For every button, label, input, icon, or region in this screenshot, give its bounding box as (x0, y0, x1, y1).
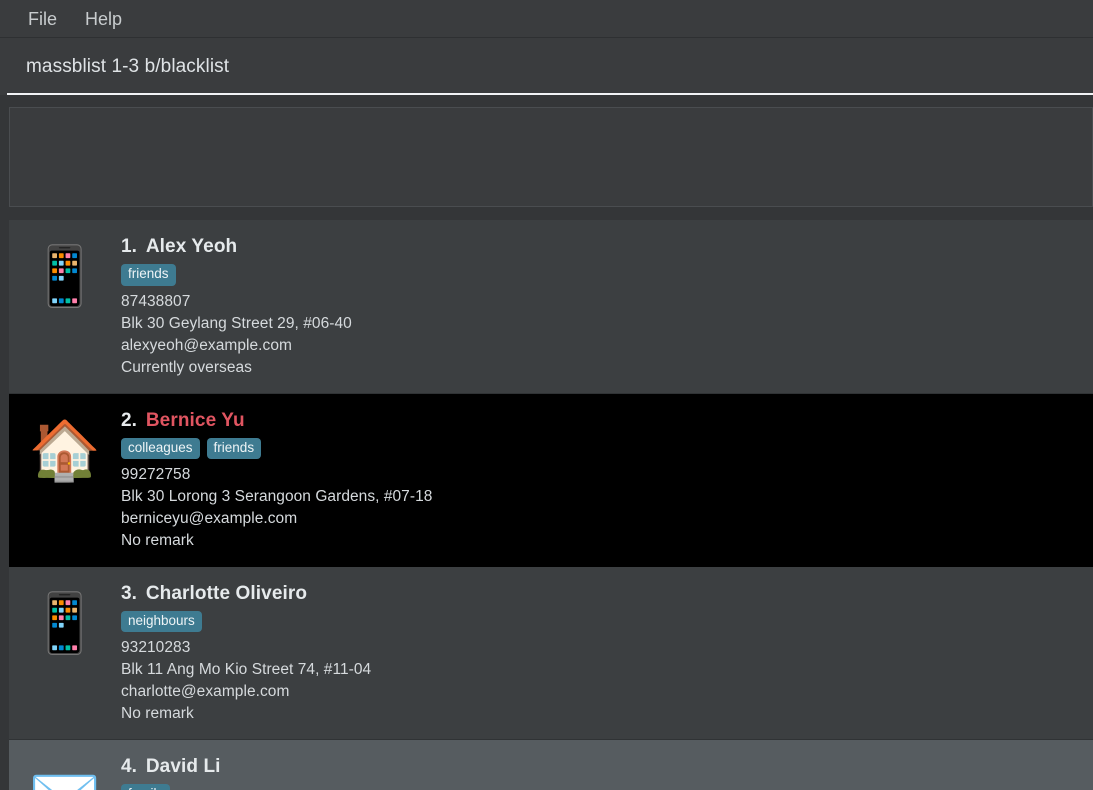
person-index: 4. (121, 755, 137, 777)
person-name-row: 3. Charlotte Oliveiro (121, 583, 1093, 605)
menu-bar: File Help (0, 0, 1093, 38)
envelope-icon: ✉️ (29, 767, 101, 790)
menu-item-help[interactable]: Help (71, 4, 136, 34)
person-name: Charlotte Oliveiro (145, 582, 308, 604)
person-phone: 93210283 (121, 638, 191, 656)
person-name-row: 1. Alex Yeoh (121, 236, 1093, 258)
person-avatar: 🏠 (9, 408, 121, 480)
person-tag-row: neighbours (121, 610, 1093, 632)
person-remark: Currently overseas (121, 358, 252, 376)
command-box-region (0, 38, 1093, 95)
person-list: 📱 1. Alex Yeoh friends 87438807 Blk 30 G… (9, 220, 1093, 790)
menu-item-file[interactable]: File (14, 4, 71, 34)
person-tag: neighbours (121, 610, 202, 632)
person-card[interactable]: 📱 1. Alex Yeoh friends 87438807 Blk 30 G… (9, 220, 1093, 394)
person-avatar: 📱 (9, 581, 121, 653)
person-tag: friends (121, 264, 176, 286)
phone-in-hand-icon: 📱 (28, 244, 102, 310)
person-details: 3. Charlotte Oliveiro neighbours 9321028… (121, 581, 1093, 725)
person-address: Blk 11 Ang Mo Kio Street 74, #11-04 (121, 660, 372, 678)
person-card[interactable]: ✉️ 4. David Li family 91031282 (9, 739, 1093, 790)
person-card[interactable]: 🏠 2. Bernice Yu colleagues friends 99272… (9, 393, 1093, 567)
person-avatar: ✉️ (9, 754, 121, 790)
person-details: 4. David Li family 91031282 (121, 754, 1093, 790)
person-tag-row: colleagues friends (121, 437, 1093, 459)
person-tag: friends (206, 437, 262, 459)
person-tag-row: family (121, 783, 1093, 790)
person-index: 3. (121, 582, 137, 604)
person-name: Alex Yeoh (145, 236, 238, 258)
person-tag-row: friends (121, 264, 1093, 286)
person-phone: 87438807 (121, 292, 191, 310)
person-details: 2. Bernice Yu colleagues friends 9927275… (121, 408, 1093, 552)
person-remark: No remark (121, 531, 194, 549)
person-tag: colleagues (121, 437, 200, 459)
person-name-row: 4. David Li (121, 756, 1093, 778)
person-email: berniceyu@example.com (121, 509, 298, 527)
command-input-underline (7, 93, 1093, 95)
person-email: charlotte@example.com (121, 682, 290, 700)
person-email: alexyeoh@example.com (121, 336, 292, 354)
person-details: 1. Alex Yeoh friends 87438807 Blk 30 Gey… (121, 234, 1093, 378)
person-address: Blk 30 Geylang Street 29, #06-40 (121, 314, 352, 332)
person-name: David Li (145, 755, 221, 777)
person-avatar: 📱 (9, 234, 121, 306)
person-card[interactable]: 📱 3. Charlotte Oliveiro neighbours 93210… (9, 566, 1093, 740)
result-display-panel (9, 107, 1093, 207)
person-index: 2. (121, 409, 137, 431)
person-address: Blk 30 Lorong 3 Serangoon Gardens, #07-1… (121, 487, 433, 505)
person-tag: family (121, 783, 171, 790)
person-index: 1. (121, 236, 137, 258)
house-icon: 🏠 (28, 417, 102, 483)
command-input[interactable] (0, 38, 1093, 95)
person-phone: 99272758 (121, 465, 191, 483)
person-list-region[interactable]: 📱 1. Alex Yeoh friends 87438807 Blk 30 G… (0, 220, 1093, 790)
person-name-row: 2. Bernice Yu (121, 410, 1093, 432)
result-display-region (0, 95, 1093, 217)
application-window: File Help 📱 1. Alex Yeoh (0, 0, 1093, 790)
person-name: Bernice Yu (145, 409, 245, 431)
phone-in-hand-icon: 📱 (28, 590, 102, 656)
person-remark: No remark (121, 704, 194, 722)
